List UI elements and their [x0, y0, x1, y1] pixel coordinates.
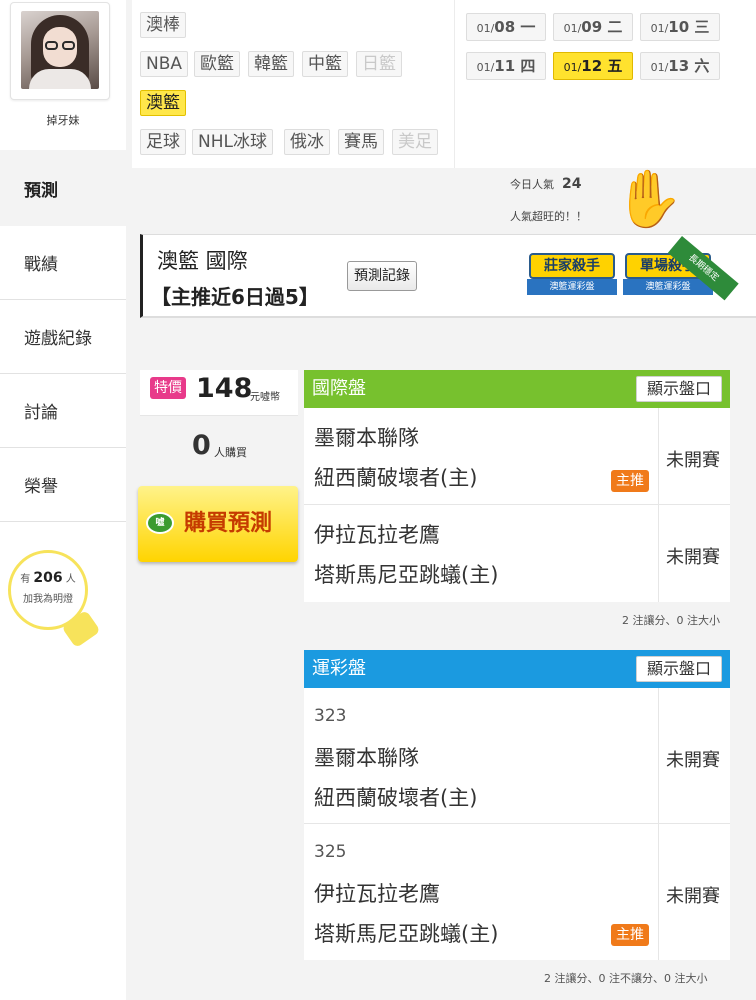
game-number: 323 [314, 706, 347, 726]
game-status: 未開賽 [666, 450, 720, 471]
sport-tag[interactable]: 賽馬 [338, 129, 384, 155]
mascot-watermark-icon: ✋ [614, 167, 684, 232]
away-team: 墨爾本聯隊 [314, 746, 419, 770]
sport-tag[interactable]: 美足 [392, 129, 438, 155]
special-badge: 特價 [150, 377, 186, 399]
avatar-card[interactable] [10, 2, 110, 100]
sport-tag[interactable]: 澳棒 [140, 12, 186, 38]
game-row[interactable]: 伊拉瓦拉老鷹 塔斯馬尼亞跳蟻(主) 未開賽 [304, 505, 730, 602]
main-pick-badge: 主推 [611, 470, 649, 492]
follow-bulb[interactable]: 有 206 人 加我為明燈 [8, 550, 101, 660]
home-team: 紐西蘭破壞者(主) [314, 466, 478, 490]
predictor-header: 澳籃 國際 【主推近6日過5】 預測記錄 莊家殺手 澳籃運彩盤 單場殺手 澳籃運… [140, 234, 756, 318]
game-number: 325 [314, 842, 347, 862]
date-tab[interactable]: 01/11 四 [466, 52, 546, 80]
popularity-note: 人氣超旺的！！ [510, 210, 587, 223]
sport-tag[interactable]: 足球 [140, 129, 186, 155]
nav-predict[interactable]: 預測 [0, 150, 132, 226]
price-unit: 元噓幣 [250, 392, 280, 403]
game-status: 未開賽 [666, 886, 720, 907]
date-tab[interactable]: 01/13 六 [640, 52, 720, 80]
sport-tag[interactable]: 俄冰 [284, 129, 330, 155]
away-team: 伊拉瓦拉老鷹 [314, 882, 440, 906]
game-row[interactable]: 323 墨爾本聯隊 紐西蘭破壞者(主) 未開賽 [304, 688, 730, 824]
international-market: 國際盤 顯示盤口 墨爾本聯隊 紐西蘭破壞者(主) 主推 未開賽 伊拉瓦拉老鷹 塔… [304, 370, 730, 602]
game-status: 未開賽 [666, 547, 720, 568]
game-row[interactable]: 325 伊拉瓦拉老鷹 塔斯馬尼亞跳蟻(主) 主推 未開賽 [304, 824, 730, 960]
date-tab[interactable]: 01/08 一 [466, 13, 546, 41]
away-team: 墨爾本聯隊 [314, 426, 419, 450]
buyers-box: 0 人購買 [140, 418, 298, 480]
home-team: 塔斯馬尼亞跳蟻(主) [314, 922, 499, 946]
sport-tag[interactable]: 韓籃 [248, 51, 294, 77]
international-footnote: 2 注讓分、0 注大小 [622, 614, 720, 627]
date-tab[interactable]: 01/10 三 [640, 13, 720, 41]
sport-tag[interactable]: 歐籃 [194, 51, 240, 77]
nav-record[interactable]: 戰績 [0, 226, 126, 300]
price-box: 特價 148 元噓幣 [140, 370, 298, 416]
buy-prediction-button[interactable]: 噓 購買預測 [138, 486, 298, 562]
price-value: 148 [196, 373, 253, 404]
nav-game-log[interactable]: 遊戲紀錄 [0, 300, 126, 374]
home-team: 紐西蘭破壞者(主) [314, 786, 478, 810]
filter-panel: 澳棒 NBA 歐籃 韓籃 中籃 日籃 澳籃 足球 NHL冰球 俄冰 賽馬 美足 … [132, 0, 756, 168]
sport-tag[interactable]: 中籃 [302, 51, 348, 77]
follower-count: 有 206 人 [20, 570, 76, 586]
nav-discuss[interactable]: 討論 [0, 374, 126, 448]
away-team: 伊拉瓦拉老鷹 [314, 523, 440, 547]
show-odds-button[interactable]: 顯示盤口 [635, 656, 722, 682]
prediction-record-button[interactable]: 預測記錄 [347, 261, 417, 291]
lottery-footnote: 2 注讓分、0 注不讓分、0 注大小 [544, 972, 708, 985]
date-tab[interactable]: 01/09 二 [553, 13, 633, 41]
sport-tag[interactable]: 澳籃 [140, 90, 186, 116]
popularity-today: 今日人氣 24 [510, 176, 582, 192]
badge-banker-killer: 莊家殺手 澳籃運彩盤 [527, 247, 617, 303]
sport-tag[interactable]: NBA [140, 51, 189, 77]
international-header: 國際盤 顯示盤口 [304, 370, 730, 408]
buyer-unit: 人購買 [214, 446, 247, 459]
coin-icon: 噓 [146, 512, 174, 534]
sport-tag[interactable]: 日籃 [356, 51, 402, 77]
game-row[interactable]: 墨爾本聯隊 紐西蘭破壞者(主) 主推 未開賽 [304, 408, 730, 505]
date-tab[interactable]: 01/12 五 [553, 52, 633, 80]
avatar[interactable] [21, 11, 99, 89]
sport-tag[interactable]: NHL冰球 [192, 129, 273, 155]
page-title: 澳籃 國際 [157, 249, 248, 273]
nav-honor[interactable]: 榮譽 [0, 448, 126, 522]
username[interactable]: 掉牙妹 [0, 112, 126, 128]
main-pick-badge: 主推 [611, 924, 649, 946]
buyer-count: 0 [192, 430, 211, 461]
home-team: 塔斯馬尼亞跳蟻(主) [314, 563, 499, 587]
page-subtitle: 【主推近6日過5】 [151, 285, 319, 309]
lottery-header: 運彩盤 顯示盤口 [304, 650, 730, 688]
divider [454, 0, 455, 168]
game-status: 未開賽 [666, 750, 720, 771]
follow-label: 加我為明燈 [23, 594, 73, 605]
lottery-market: 運彩盤 顯示盤口 323 墨爾本聯隊 紐西蘭破壞者(主) 未開賽 325 伊拉瓦… [304, 650, 730, 960]
sidebar: 掉牙妹 預測 戰績 遊戲紀錄 討論 榮譽 有 206 人 加我為明燈 [0, 0, 132, 1000]
show-odds-button[interactable]: 顯示盤口 [635, 376, 722, 402]
